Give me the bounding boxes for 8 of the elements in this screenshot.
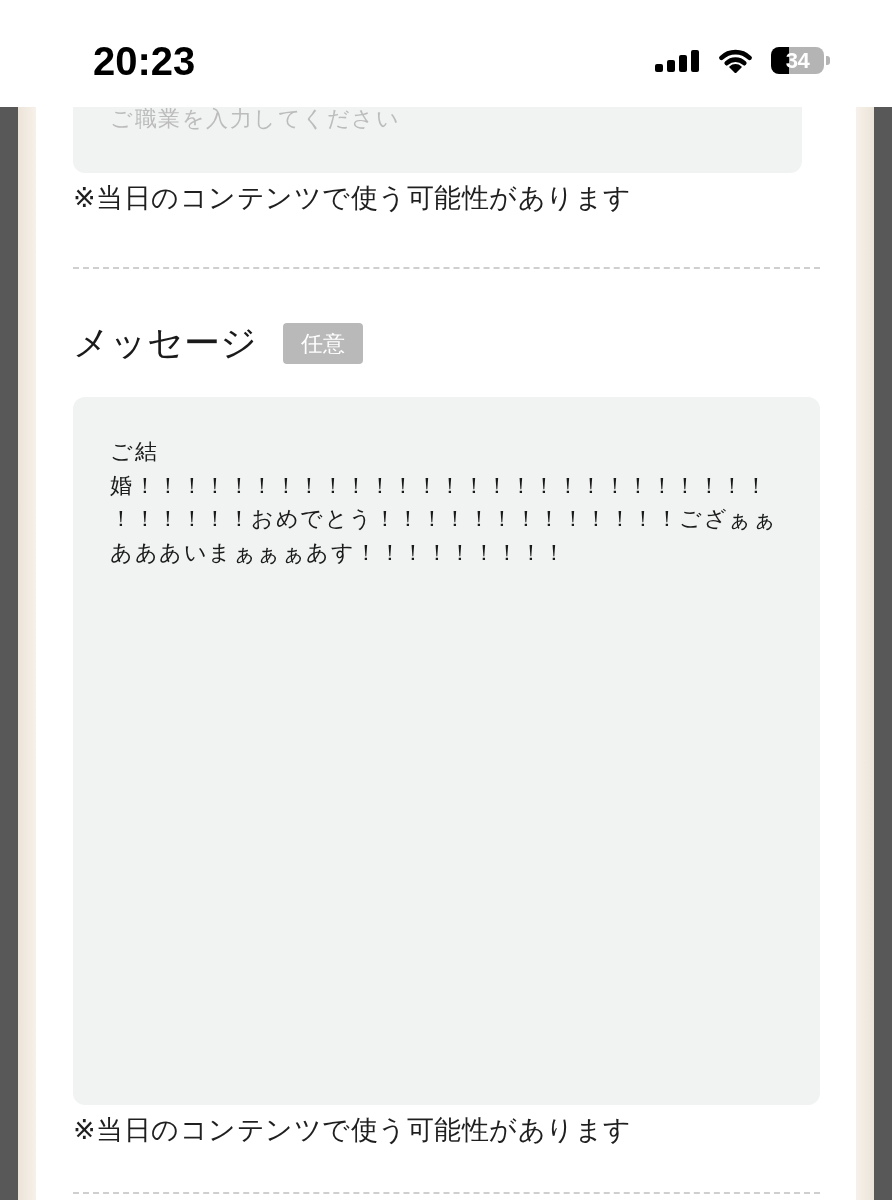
signal-icon bbox=[655, 49, 700, 72]
status-time: 20:23 bbox=[93, 37, 196, 85]
optional-badge: 任意 bbox=[283, 322, 363, 364]
wifi-icon bbox=[717, 48, 754, 73]
field-note: ※当日のコンテンツで使う可能性があります bbox=[73, 1113, 632, 1147]
message-field[interactable]: ご結婚！！！！！！！！！！！！！！！！！！！！！！！！！！！！！！！！！おめでとう！！！！！！！！！！！！！ござぁぁあああいまぁぁぁあす！！！！！！！！！ bbox=[73, 397, 820, 1105]
section-heading: メッセージ bbox=[73, 321, 257, 365]
field-note: ※当日のコンテンツで使う可能性があります bbox=[73, 181, 632, 215]
